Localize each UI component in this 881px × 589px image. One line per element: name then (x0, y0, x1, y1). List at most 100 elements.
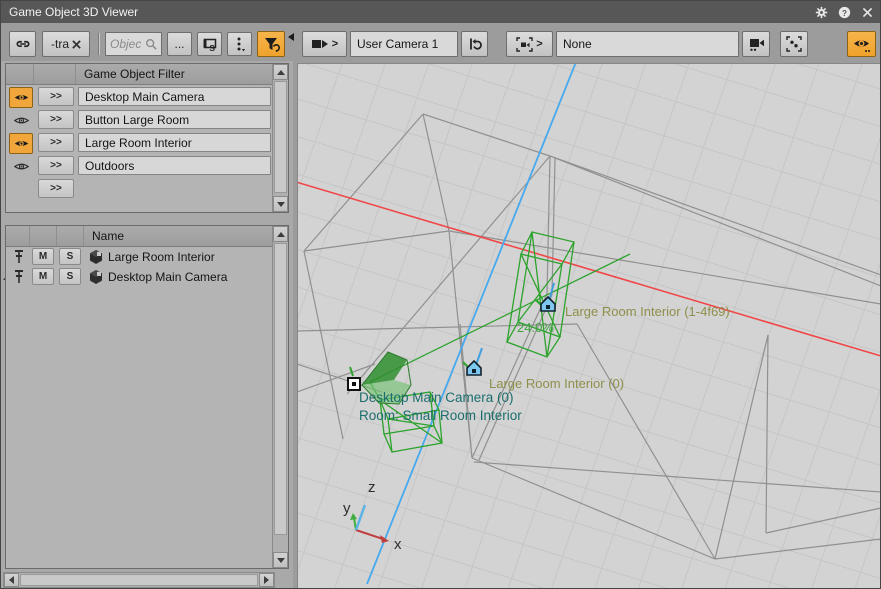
svg-text:?: ? (842, 8, 847, 17)
eye-options-icon (852, 36, 871, 53)
frame-selection-icon (786, 36, 802, 52)
objects-table: Name M S Large Room Interior M S Des (5, 225, 289, 569)
video-camera-icon (311, 38, 329, 50)
scroll-up-button[interactable] (273, 226, 288, 242)
toolbar-separator (98, 33, 99, 55)
viewport-3d[interactable]: 24.0% Large Room Interior (1-4f69) Large… (297, 63, 881, 589)
visibility-eye-toggle[interactable] (9, 87, 33, 108)
window-title: Game Object 3D Viewer (1, 5, 138, 19)
filter-rows: >> Desktop Main Camera >> Button Large R… (6, 85, 273, 200)
filter-name-field[interactable]: Desktop Main Camera (78, 87, 271, 106)
filter-name-field[interactable]: Button Large Room (78, 110, 271, 129)
link-button[interactable] (9, 31, 36, 57)
frame-selection-button[interactable] (780, 31, 808, 57)
object-name[interactable]: Desktop Main Camera (108, 270, 227, 284)
filter-header-eye-col (6, 64, 34, 84)
scroll-right-button[interactable] (259, 573, 274, 587)
anchor-stick (476, 348, 482, 365)
move-to-list-button[interactable]: >> (38, 156, 74, 175)
display-settings-icon: S (202, 36, 218, 52)
object-search-input[interactable]: Objec (105, 32, 162, 56)
x-axis-line (298, 182, 881, 356)
axis-x-label: x (394, 536, 402, 553)
camera-name-input[interactable] (350, 31, 458, 57)
triangle-down-icon (277, 202, 285, 207)
scrollbar-thumb[interactable] (274, 243, 287, 535)
search-placeholder: Objec (110, 37, 141, 51)
game-object-3d-viewer-window: Game Object 3D Viewer ? -tra Objec ... S (0, 0, 881, 589)
s-toggle-button[interactable]: S (59, 248, 81, 265)
track-target-button[interactable]: > (506, 31, 553, 57)
close-icon[interactable] (860, 5, 874, 19)
more-options-button[interactable]: ... (167, 32, 192, 56)
scroll-up-button[interactable] (273, 64, 288, 80)
pane-collapse-arrow-icon[interactable] (288, 33, 294, 41)
game-object-cube-icon (88, 269, 104, 285)
axis-z-label: z (368, 479, 376, 496)
move-to-list-button[interactable]: >> (38, 133, 74, 152)
help-icon[interactable]: ? (837, 5, 851, 19)
camera-select-button[interactable]: > (302, 31, 347, 57)
search-icon (145, 38, 157, 50)
titlebar: Game Object 3D Viewer ? (1, 1, 880, 23)
room-house-icon[interactable] (541, 297, 555, 311)
filter-scrollbar[interactable] (272, 64, 288, 212)
track-target-input[interactable] (556, 31, 739, 57)
filter-row-empty: >> (6, 177, 273, 200)
wireframe-geometry (298, 114, 881, 559)
objects-scrollbar[interactable] (272, 226, 288, 568)
object-name[interactable]: Large Room Interior (108, 250, 215, 264)
display-settings-button[interactable]: S (197, 32, 222, 56)
camera-dropdown-chevron: > (332, 38, 338, 50)
object-row[interactable]: M S Desktop Main Camera (6, 267, 273, 287)
triangle-down-icon (277, 558, 285, 563)
move-to-list-button[interactable]: >> (38, 179, 74, 198)
scroll-down-button[interactable] (273, 552, 288, 568)
objects-table-header: Name (6, 226, 273, 247)
horizontal-scrollbar[interactable] (3, 572, 275, 588)
visibility-options-button[interactable] (847, 31, 876, 57)
link-icon (15, 36, 31, 52)
filter-row: >> Outdoors (6, 154, 273, 177)
scroll-left-button[interactable] (4, 573, 19, 587)
s-toggle-button[interactable]: S (59, 268, 81, 285)
visibility-eye-toggle[interactable] (9, 133, 33, 154)
scrollbar-thumb[interactable] (274, 81, 287, 193)
target-dropdown-chevron: > (536, 38, 542, 50)
pin-icon[interactable] (13, 249, 25, 264)
filter-header-move-col (34, 64, 76, 84)
object-row[interactable]: M S Large Room Interior (6, 247, 273, 267)
kebab-menu-icon (233, 36, 247, 52)
filter-row: >> Desktop Main Camera (6, 85, 273, 108)
filter-name-field[interactable]: Outdoors (78, 156, 271, 175)
move-to-list-button[interactable]: >> (38, 87, 74, 106)
visibility-eye-toggle[interactable] (9, 156, 33, 177)
scroll-down-button[interactable] (273, 196, 288, 212)
reset-camera-button[interactable] (461, 31, 488, 57)
triangle-up-icon (277, 232, 285, 237)
filter-header-title: Game Object Filter (76, 67, 185, 81)
visibility-eye-toggle[interactable] (9, 110, 33, 131)
triangle-up-icon (277, 70, 285, 75)
filter-funnel-icon (263, 36, 280, 53)
filter-term-text: -tra (51, 37, 69, 51)
scrollbar-thumb[interactable] (20, 574, 258, 586)
game-object-filter-table: Game Object Filter >> Desktop Main Camer… (5, 63, 289, 213)
m-toggle-button[interactable]: M (32, 268, 54, 285)
camera-options-button[interactable] (742, 31, 770, 57)
filter-term-chip[interactable]: -tra (42, 31, 90, 57)
scene-canvas: 24.0% Large Room Interior (1-4f69) Large… (298, 64, 881, 589)
filter-row: >> Large Room Interior (6, 131, 273, 154)
menu-kebab-button[interactable] (227, 32, 252, 56)
remove-filter-x-icon[interactable] (72, 40, 81, 49)
pin-icon[interactable] (13, 269, 25, 284)
move-to-list-button[interactable]: >> (38, 110, 74, 129)
room-house-icon[interactable] (467, 361, 481, 375)
filter-table-header: Game Object Filter (6, 64, 273, 85)
filter-toggle-button[interactable] (257, 31, 285, 57)
room-selected-label: Large Room Interior (1-4f69) (565, 304, 730, 319)
filter-name-field[interactable]: Large Room Interior (78, 133, 271, 152)
settings-gear-icon[interactable] (814, 5, 828, 19)
m-toggle-button[interactable]: M (32, 248, 54, 265)
objects-header-s-col (57, 226, 84, 246)
